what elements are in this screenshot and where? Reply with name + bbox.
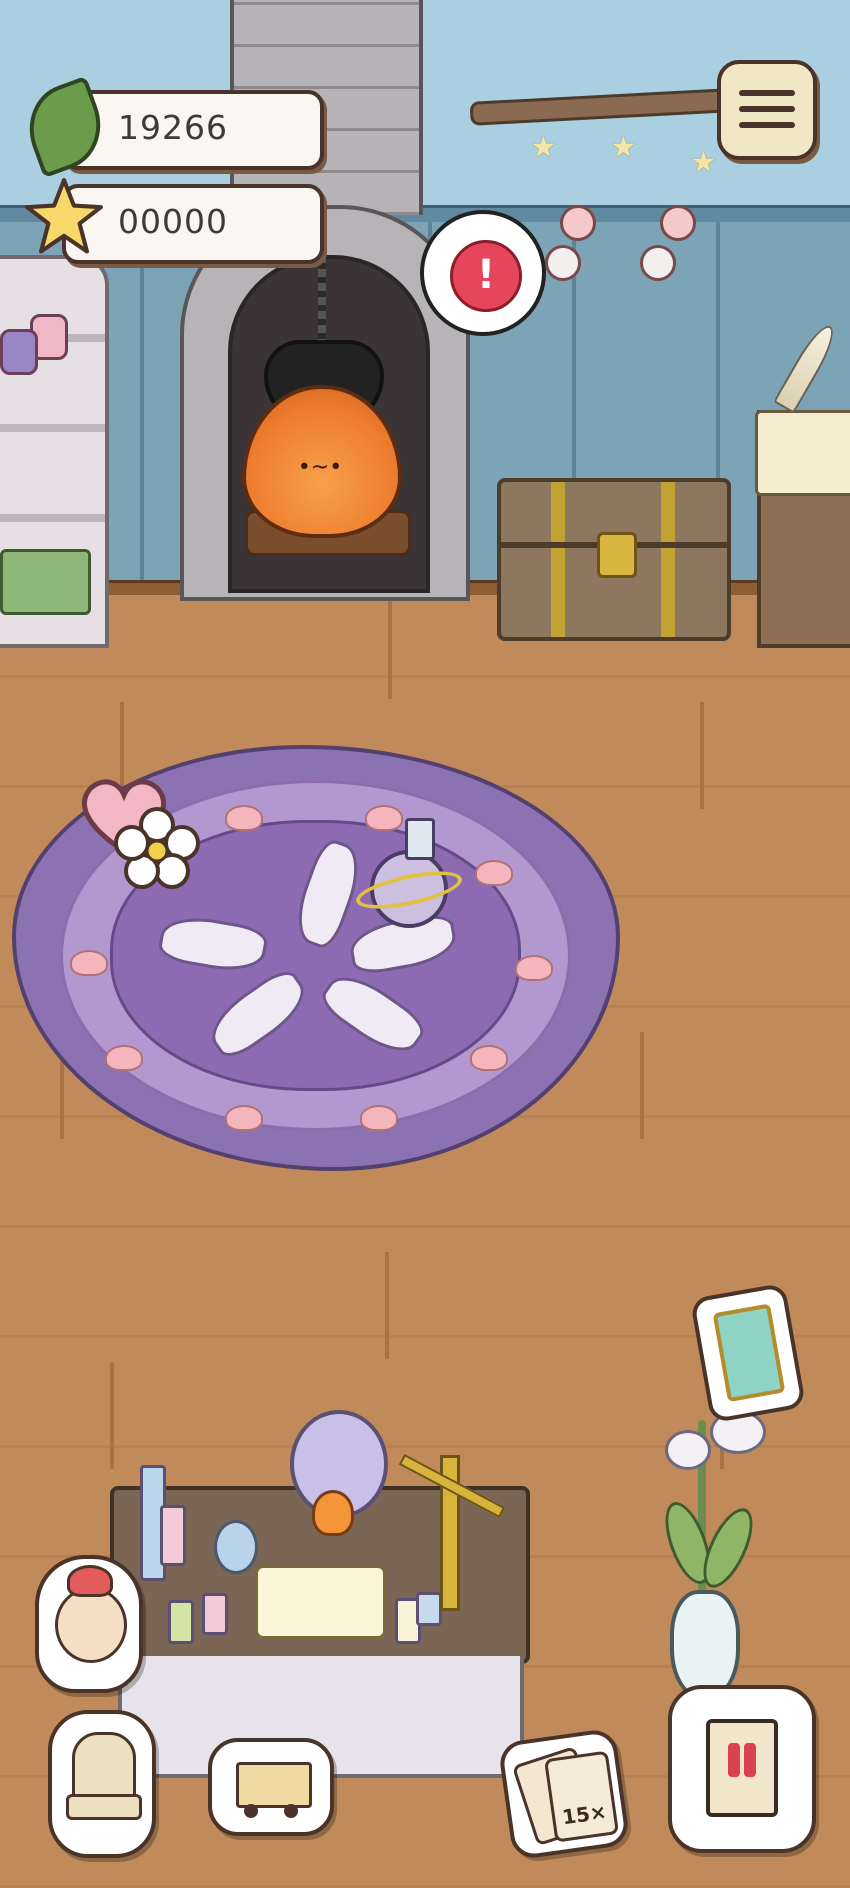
star-ornament: ★ (610, 130, 637, 165)
white-flower-icon (114, 807, 200, 889)
rug-petal (70, 950, 108, 976)
round-flask (214, 1520, 258, 1574)
flower-ornament (640, 245, 676, 281)
potion-shelf[interactable] (0, 255, 109, 648)
candle (160, 1505, 186, 1566)
rug-petal (470, 1045, 508, 1071)
strawberry-hat (67, 1565, 113, 1597)
stars-value: 00000 (118, 202, 228, 241)
flower-vase[interactable] (670, 1590, 740, 1700)
flower-ornament (660, 205, 696, 241)
candle (416, 1592, 442, 1626)
rug-petal (475, 860, 513, 886)
potion-neck (405, 818, 435, 860)
menu-icon-line (739, 122, 795, 128)
rug-petal (225, 805, 263, 831)
burner-flame (312, 1490, 354, 1536)
furniture-button[interactable] (48, 1710, 156, 1858)
sign-mark (728, 1743, 740, 1777)
leaves-value: 19266 (118, 108, 228, 147)
cart-wheel (284, 1804, 298, 1818)
chair-seat (66, 1794, 142, 1820)
alert-bubble[interactable]: ! (420, 210, 546, 336)
shop-button[interactable] (208, 1738, 334, 1836)
cart-wheel (244, 1804, 258, 1818)
notice-board-button[interactable] (668, 1685, 816, 1853)
card-front (543, 1750, 620, 1843)
chest-lock (597, 532, 637, 578)
cards-button[interactable]: 15× (497, 1727, 631, 1861)
chest-band (661, 482, 675, 637)
menu-icon-line (739, 106, 795, 112)
star-ornament: ★ (530, 130, 557, 165)
orchid-flower (665, 1430, 711, 1470)
star-icon (25, 178, 103, 254)
phone-icon (712, 1303, 786, 1403)
basket (0, 549, 91, 615)
menu-button[interactable] (717, 60, 817, 160)
candle (202, 1593, 228, 1635)
flower-ornament (560, 205, 596, 241)
rug-petal (365, 805, 403, 831)
star-ornament: ★ (690, 145, 717, 180)
signboard-icon (706, 1719, 778, 1817)
character-icon (55, 1587, 127, 1663)
rug-petal (225, 1105, 263, 1131)
flower-ornament (545, 245, 581, 281)
sign-mark (744, 1743, 756, 1777)
treasure-chest[interactable] (497, 478, 731, 641)
shopping-cart-icon (236, 1762, 312, 1808)
rug-petal (105, 1045, 143, 1071)
rug-petal (360, 1105, 398, 1131)
spell-book (255, 1565, 386, 1639)
jar-purple (0, 329, 38, 375)
menu-icon (739, 90, 795, 96)
candle (168, 1600, 194, 1644)
character-button[interactable] (35, 1555, 143, 1693)
chair-icon (72, 1732, 136, 1802)
open-book (755, 410, 850, 496)
rug-petal (515, 955, 553, 981)
exclamation-icon: ! (450, 240, 522, 312)
chest-band (551, 482, 565, 637)
fire-spirit-face: •~• (297, 455, 343, 480)
